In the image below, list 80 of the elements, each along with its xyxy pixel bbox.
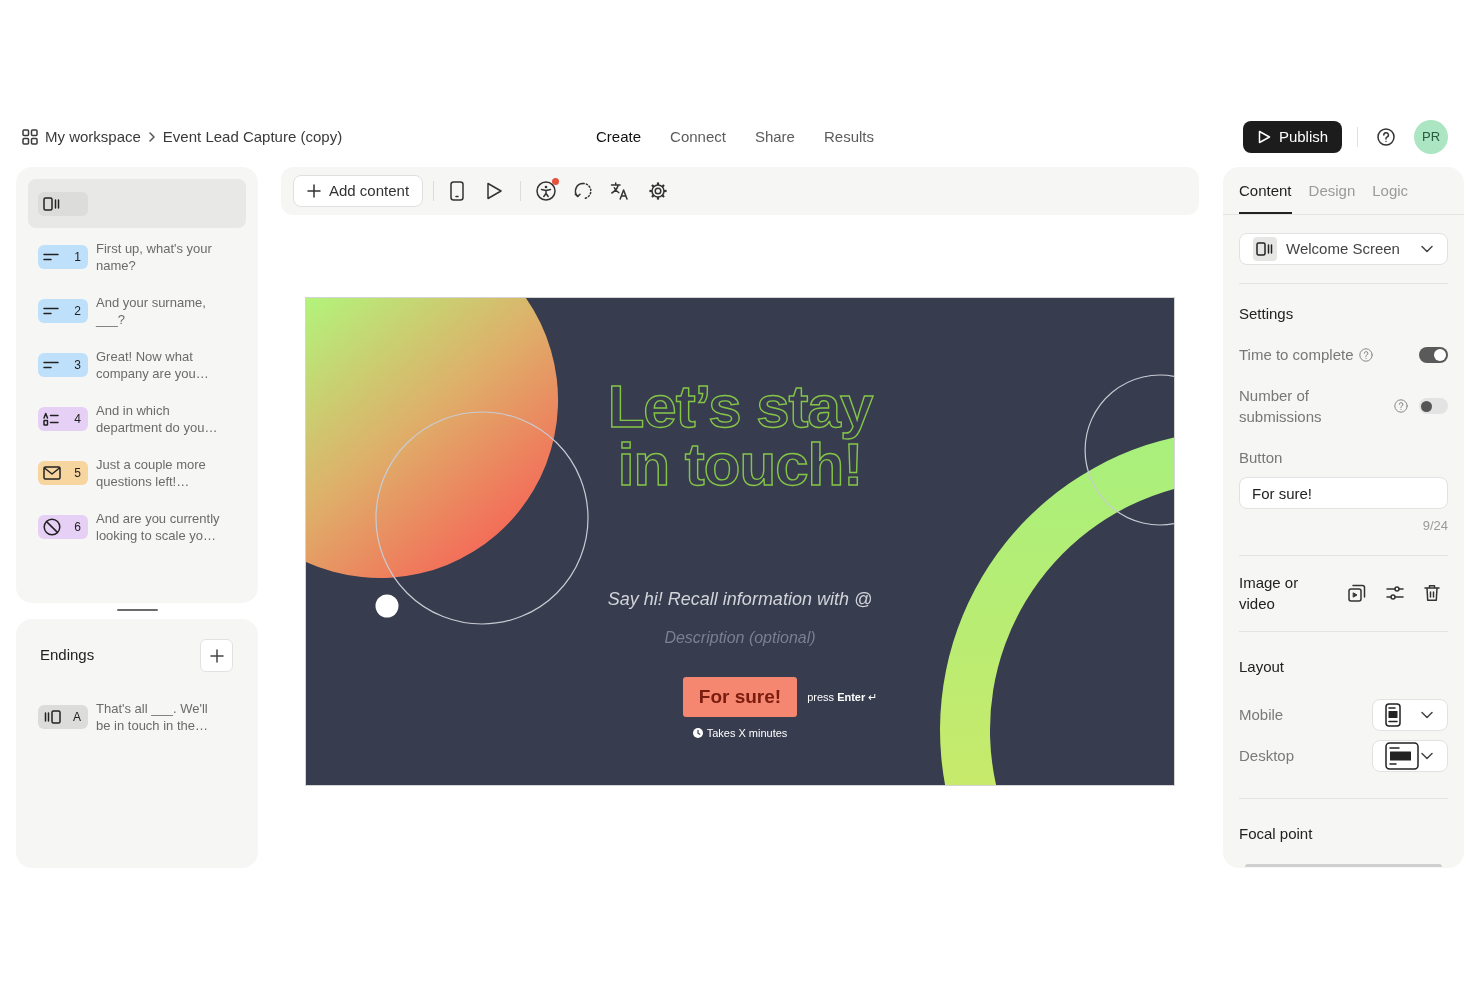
trash-icon[interactable] bbox=[1424, 584, 1440, 602]
question-title[interactable]: Great! Now what company are you… bbox=[96, 348, 236, 382]
nav-tab[interactable]: Results bbox=[823, 125, 874, 149]
breadcrumb-link[interactable]: My workspace bbox=[45, 125, 141, 149]
play-icon bbox=[1256, 130, 1271, 144]
short-text-icon bbox=[43, 306, 59, 316]
ending-screen-icon bbox=[43, 709, 61, 725]
setting-label: Time to complete bbox=[1239, 345, 1354, 365]
screen-select[interactable]: Welcome Screen bbox=[1239, 233, 1448, 265]
help-icon[interactable] bbox=[1377, 128, 1395, 146]
question-number: 6 bbox=[74, 519, 81, 536]
welcome-screen-icon bbox=[1253, 237, 1277, 261]
question-number: 1 bbox=[74, 249, 81, 266]
ending-letter: A bbox=[73, 709, 81, 726]
button-text-field[interactable]: For sure! bbox=[1239, 477, 1448, 509]
short-text-icon bbox=[43, 360, 59, 370]
setting-label: Number of submissions bbox=[1239, 386, 1323, 427]
slide-title: Let’s stay in touch! bbox=[606, 378, 875, 494]
sliders-icon[interactable] bbox=[1386, 585, 1404, 601]
question-number: 5 bbox=[74, 465, 81, 482]
chevron-down-icon bbox=[1421, 752, 1433, 760]
mobile-layout-select[interactable] bbox=[1372, 699, 1448, 731]
play-icon[interactable] bbox=[486, 182, 503, 200]
key-hint: press Enter ↵ bbox=[807, 689, 878, 705]
section-title: Image or video bbox=[1239, 573, 1300, 614]
add-ending-button[interactable] bbox=[200, 639, 233, 672]
slide-subtitle: Say hi! Recall information with @ bbox=[607, 588, 873, 611]
character-counter: 9/24 bbox=[1421, 518, 1448, 534]
phone-icon[interactable] bbox=[450, 181, 465, 201]
time-estimate: Takes X minutes bbox=[706, 726, 788, 741]
translate-icon[interactable] bbox=[610, 181, 631, 201]
envelope-icon bbox=[43, 466, 61, 480]
resize-handle[interactable] bbox=[116, 609, 158, 611]
toggle-switch[interactable] bbox=[1419, 398, 1448, 414]
media-stack-icon[interactable] bbox=[1348, 584, 1366, 602]
circle-slash-icon bbox=[43, 518, 61, 536]
question-title[interactable]: And in which department do you… bbox=[96, 402, 236, 436]
field-label: Button bbox=[1239, 448, 1284, 468]
nav-tab[interactable]: Create bbox=[596, 125, 642, 149]
chevron-down-icon bbox=[1421, 711, 1433, 719]
breadcrumb-link[interactable]: Event Lead Capture (copy) bbox=[162, 125, 343, 149]
short-text-icon bbox=[43, 252, 59, 262]
phone-layout-icon bbox=[1385, 703, 1401, 727]
question-title[interactable]: First up, what's your name? bbox=[96, 240, 236, 274]
list-icon bbox=[43, 412, 59, 426]
question-title[interactable]: And your surname, ___? bbox=[96, 294, 236, 328]
nav-tab[interactable]: Share bbox=[754, 125, 795, 149]
desktop-layout-select[interactable] bbox=[1372, 740, 1448, 772]
plus-icon bbox=[307, 184, 321, 198]
ending-title[interactable]: That's all ___. We'll be in touch in the… bbox=[96, 700, 224, 734]
slide-button[interactable]: For sure! bbox=[682, 677, 798, 717]
loop-arrow-icon[interactable] bbox=[573, 181, 594, 201]
panel-tab[interactable]: Content bbox=[1239, 182, 1292, 214]
description-field[interactable]: Description (optional) bbox=[590, 626, 890, 650]
question-title[interactable]: And are you currently looking to scale yo… bbox=[96, 510, 236, 544]
section-title: Settings bbox=[1239, 304, 1295, 324]
section-title: Layout bbox=[1239, 657, 1286, 677]
section-title: Focal point bbox=[1239, 824, 1314, 844]
toggle-switch[interactable] bbox=[1419, 346, 1448, 363]
question-title[interactable]: Just a couple more questions left!… bbox=[96, 456, 236, 490]
nav-tab[interactable]: Connect bbox=[670, 125, 726, 149]
plus-icon bbox=[209, 648, 224, 663]
add-content-button[interactable]: Add content bbox=[293, 175, 424, 207]
question-number: 3 bbox=[74, 357, 81, 374]
question-number: 4 bbox=[74, 411, 81, 428]
chevron-down-icon bbox=[1421, 245, 1433, 253]
section-title: Endings bbox=[40, 645, 95, 666]
grid-icon[interactable] bbox=[22, 129, 38, 145]
layout-label: Mobile bbox=[1239, 704, 1284, 725]
small-dot bbox=[375, 594, 399, 618]
accessibility-icon[interactable] bbox=[536, 181, 557, 201]
user-avatar[interactable]: PR bbox=[1414, 120, 1448, 154]
publish-button[interactable]: Publish bbox=[1243, 121, 1342, 153]
layout-label: Desktop bbox=[1239, 745, 1295, 766]
chevron-right-icon bbox=[147, 132, 156, 142]
question-number: 2 bbox=[74, 303, 81, 320]
clock-icon bbox=[692, 728, 703, 739]
desktop-layout-icon bbox=[1385, 742, 1419, 770]
welcome-screen-icon bbox=[43, 195, 61, 212]
gear-icon[interactable] bbox=[648, 181, 669, 201]
